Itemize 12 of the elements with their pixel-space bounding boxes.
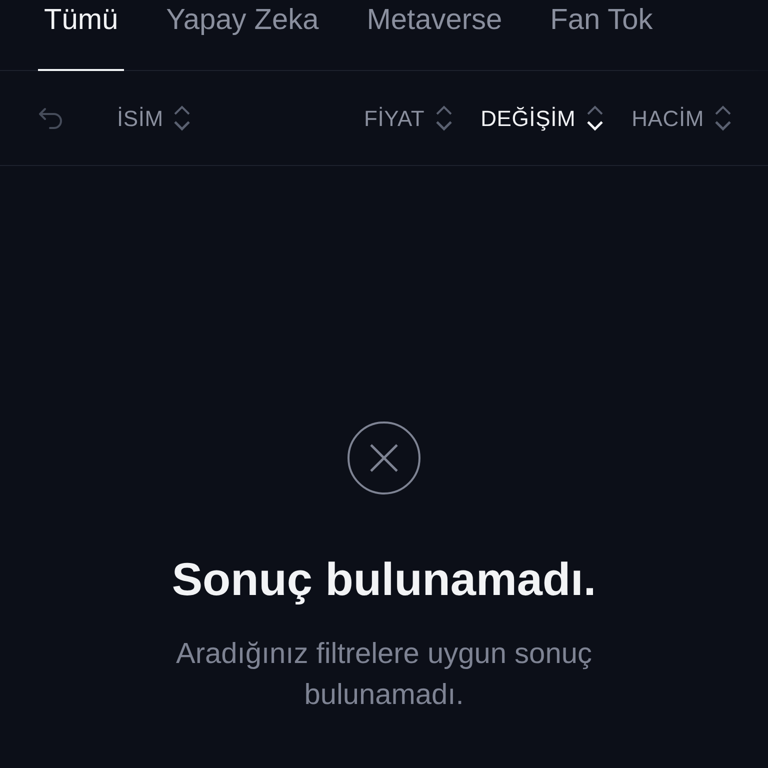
- tab[interactable]: Fan Tok: [544, 0, 659, 71]
- column-header[interactable]: HACİM: [632, 102, 732, 134]
- column-header[interactable]: FİYAT: [364, 102, 453, 134]
- empty-message: Aradığınız filtrelere uygun sonuç bulunamadı.: [175, 637, 593, 713]
- column-header[interactable]: DEĞİŞİM: [480, 102, 604, 134]
- close-icon: [347, 421, 421, 495]
- column-header[interactable]: İSİM: [117, 102, 192, 134]
- tab[interactable]: Tümü: [38, 0, 124, 71]
- undo-icon[interactable]: [38, 106, 64, 130]
- tab[interactable]: Yapay Zeka: [160, 0, 325, 71]
- empty-title: Sonuç bulunamadı.: [172, 552, 596, 607]
- tab[interactable]: Metaverse: [360, 0, 508, 71]
